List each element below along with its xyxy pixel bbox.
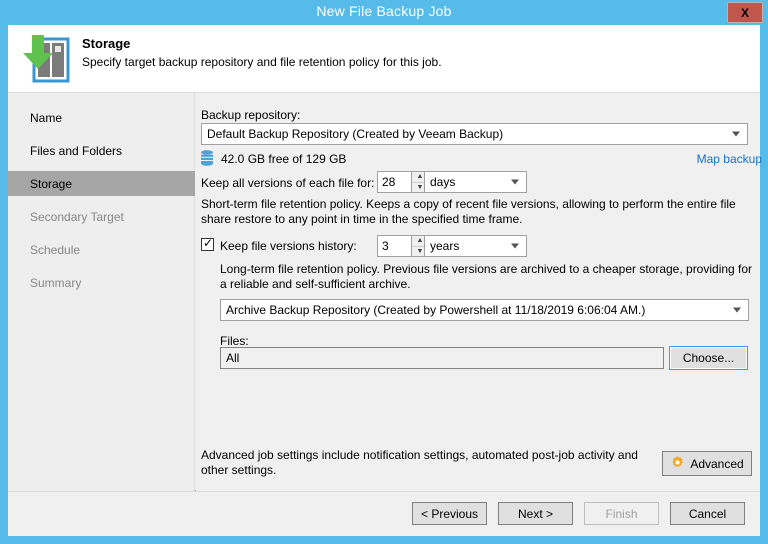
advanced-button[interactable]: Advanced (662, 451, 752, 476)
map-backup-link[interactable]: Map backup (697, 152, 762, 166)
history-stepper[interactable]: 3 ▲ ▼ (377, 235, 429, 257)
advanced-button-label: Advanced (690, 456, 744, 471)
keep-file-versions-history-checkbox[interactable]: ✓ (201, 236, 214, 251)
sidebar-item-label: Storage (30, 176, 73, 191)
keep-all-versions-unit-value: days (430, 175, 456, 189)
sidebar-item-label: Summary (30, 275, 82, 290)
checkmark-icon: ✓ (203, 236, 214, 250)
sidebar-item-label: Name (30, 110, 63, 125)
archive-repository-select[interactable]: Archive Backup Repository (Created by Po… (220, 299, 749, 321)
close-button[interactable]: X (727, 2, 763, 23)
page-subtitle: Specify target backup repository and fil… (82, 55, 442, 69)
sidebar-item-summary[interactable]: Summary (8, 270, 195, 295)
chevron-down-icon (733, 307, 741, 313)
long-term-retention-text: Long-term file retention policy. Previou… (220, 262, 753, 291)
next-button[interactable]: Next > (498, 502, 573, 525)
repository-capacity-text: 42.0 GB free of 129 GB (221, 152, 347, 166)
header-band: Storage Specify target backup repository… (8, 25, 760, 92)
title-bar: New File Backup Job X (0, 0, 768, 25)
history-unit-value: years (430, 239, 460, 253)
keep-all-versions-label: Keep all versions of each file for: (201, 176, 375, 190)
sidebar: Name Files and Folders Storage Secondary… (8, 93, 195, 491)
backup-repository-label: Backup repository: (201, 108, 301, 122)
keep-file-versions-history-label: Keep file versions history: (220, 239, 357, 253)
keep-all-versions-value: 28 (382, 175, 396, 189)
close-icon: X (740, 5, 749, 20)
sidebar-item-label: Files and Folders (30, 143, 123, 158)
gear-icon (670, 455, 685, 473)
previous-button[interactable]: < Previous (412, 502, 487, 525)
history-unit-select[interactable]: years (424, 235, 527, 257)
chevron-down-icon (511, 243, 519, 249)
sidebar-item-name[interactable]: Name (8, 105, 195, 130)
page-title: Storage (82, 36, 131, 51)
cancel-button[interactable]: Cancel (670, 502, 745, 525)
files-label: Files: (220, 334, 249, 348)
chevron-down-icon (732, 131, 740, 137)
short-term-retention-text: Short-term file retention policy. Keeps … (201, 197, 736, 226)
finish-button: Finish (584, 502, 659, 525)
choose-button-label: Choose... (682, 351, 735, 365)
history-value: 3 (382, 239, 389, 253)
sidebar-item-storage[interactable]: Storage (8, 171, 195, 196)
backup-repository-select[interactable]: Default Backup Repository (Created by Ve… (201, 123, 748, 145)
cancel-button-label: Cancel (688, 506, 727, 521)
sidebar-item-schedule[interactable]: Schedule (8, 237, 195, 262)
sidebar-item-secondary-target[interactable]: Secondary Target (8, 204, 195, 229)
previous-button-label: < Previous (420, 506, 479, 521)
archive-repository-value: Archive Backup Repository (Created by Po… (226, 303, 646, 317)
dialog-window: New File Backup Job X Storage Specify ta… (0, 0, 768, 544)
keep-all-versions-unit-select[interactable]: days (424, 171, 527, 193)
advanced-settings-text: Advanced job settings include notificati… (201, 448, 638, 477)
files-input[interactable]: All (220, 347, 664, 369)
window-title: New File Backup Job (316, 3, 452, 19)
sidebar-item-label: Schedule (30, 242, 81, 257)
choose-button[interactable]: Choose... (669, 346, 748, 370)
database-disks-icon (200, 150, 214, 166)
keep-all-versions-stepper[interactable]: 28 ▲ ▼ (377, 171, 429, 193)
files-value: All (226, 351, 240, 365)
finish-button-label: Finish (605, 506, 638, 521)
next-button-label: Next > (517, 506, 553, 521)
storage-server-download-icon (16, 29, 74, 87)
sidebar-item-label: Secondary Target (30, 209, 124, 224)
backup-repository-value: Default Backup Repository (Created by Ve… (207, 127, 504, 141)
sidebar-item-files-and-folders[interactable]: Files and Folders (8, 138, 195, 163)
chevron-down-icon (511, 179, 519, 185)
